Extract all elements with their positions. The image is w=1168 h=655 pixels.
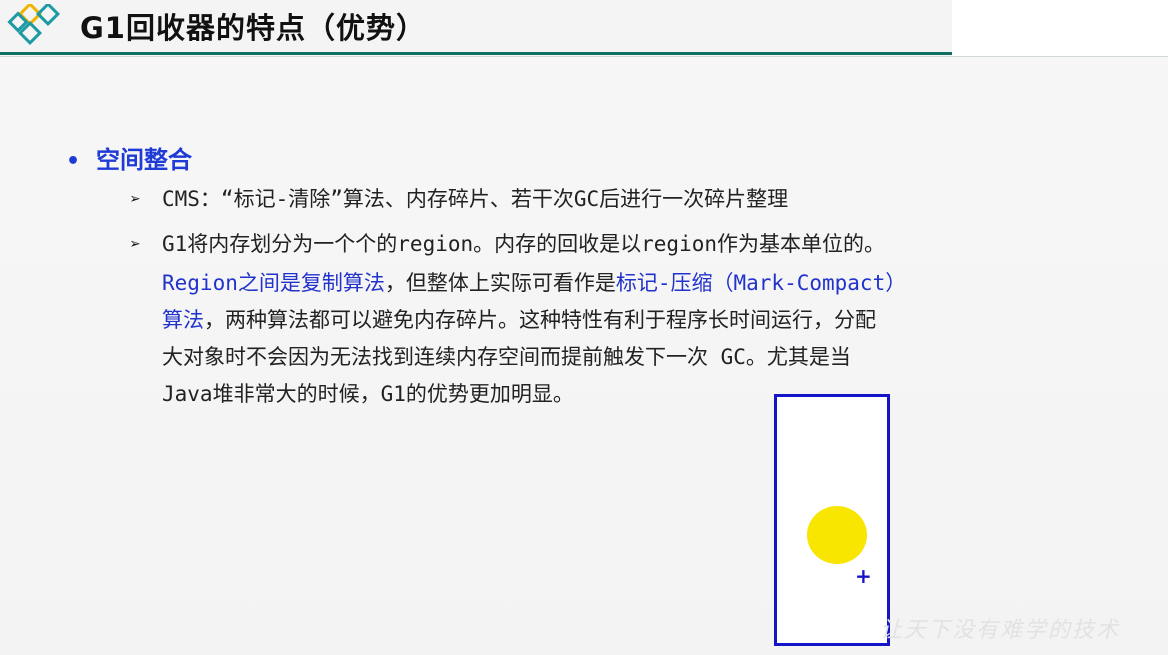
section-heading-text: 空间整合: [96, 146, 192, 174]
diamond-logo-icon: [7, 4, 61, 46]
highlight-text: Region之间是复制算法: [162, 271, 385, 295]
highlight-text: 标记-压缩（Mark-Compact）: [615, 271, 907, 295]
corner-panel: [952, 0, 1168, 56]
g1-text-line4: 大对象时不会因为无法找到连续内存空间而提前触发下一次 GC。尤其是当: [162, 345, 851, 369]
arrow-bullet-icon: ➢: [130, 234, 141, 255]
plain-text: ，但整体上实际可看作是: [384, 271, 616, 295]
watermark: 让天下没有难学的技术: [880, 618, 1121, 643]
cursor-crosshair-icon: +: [855, 564, 872, 588]
list-item-text: CMS：“标记-清除”算法、内存碎片、若干次GC后进行一次碎片整理: [162, 187, 789, 211]
section-heading: • 空间整合: [66, 140, 192, 175]
pointer-highlight-circle: [807, 506, 867, 564]
g1-text-line2: Region之间是复制算法，但整体上实际可看作是标记-压缩（Mark-Compa…: [162, 265, 906, 302]
highlight-text: 算法: [162, 308, 204, 332]
g1-text-line3: 算法，两种算法都可以避免内存碎片。这种特性有利于程序长时间运行，分配: [162, 302, 876, 339]
g1-text-line5: Java堆非常大的时候，G1的优势更加明显。: [162, 382, 574, 406]
page-title: G1回收器的特点（优势）: [80, 11, 426, 45]
header-divider-thin: [0, 56, 1168, 57]
bullet-icon: •: [66, 149, 81, 174]
plain-text: ，两种算法都可以避免内存碎片。这种特性有利于程序长时间运行，分配: [204, 308, 876, 332]
slide: G1回收器的特点（优势） • 空间整合 ➢ CMS：“标记-清除”算法、内存碎片、…: [0, 0, 1168, 655]
arrow-bullet-icon: ➢: [130, 189, 141, 210]
list-item-text-line1: G1将内存划分为一个个的region。内存的回收是以region作为基本单位的。: [162, 232, 886, 256]
